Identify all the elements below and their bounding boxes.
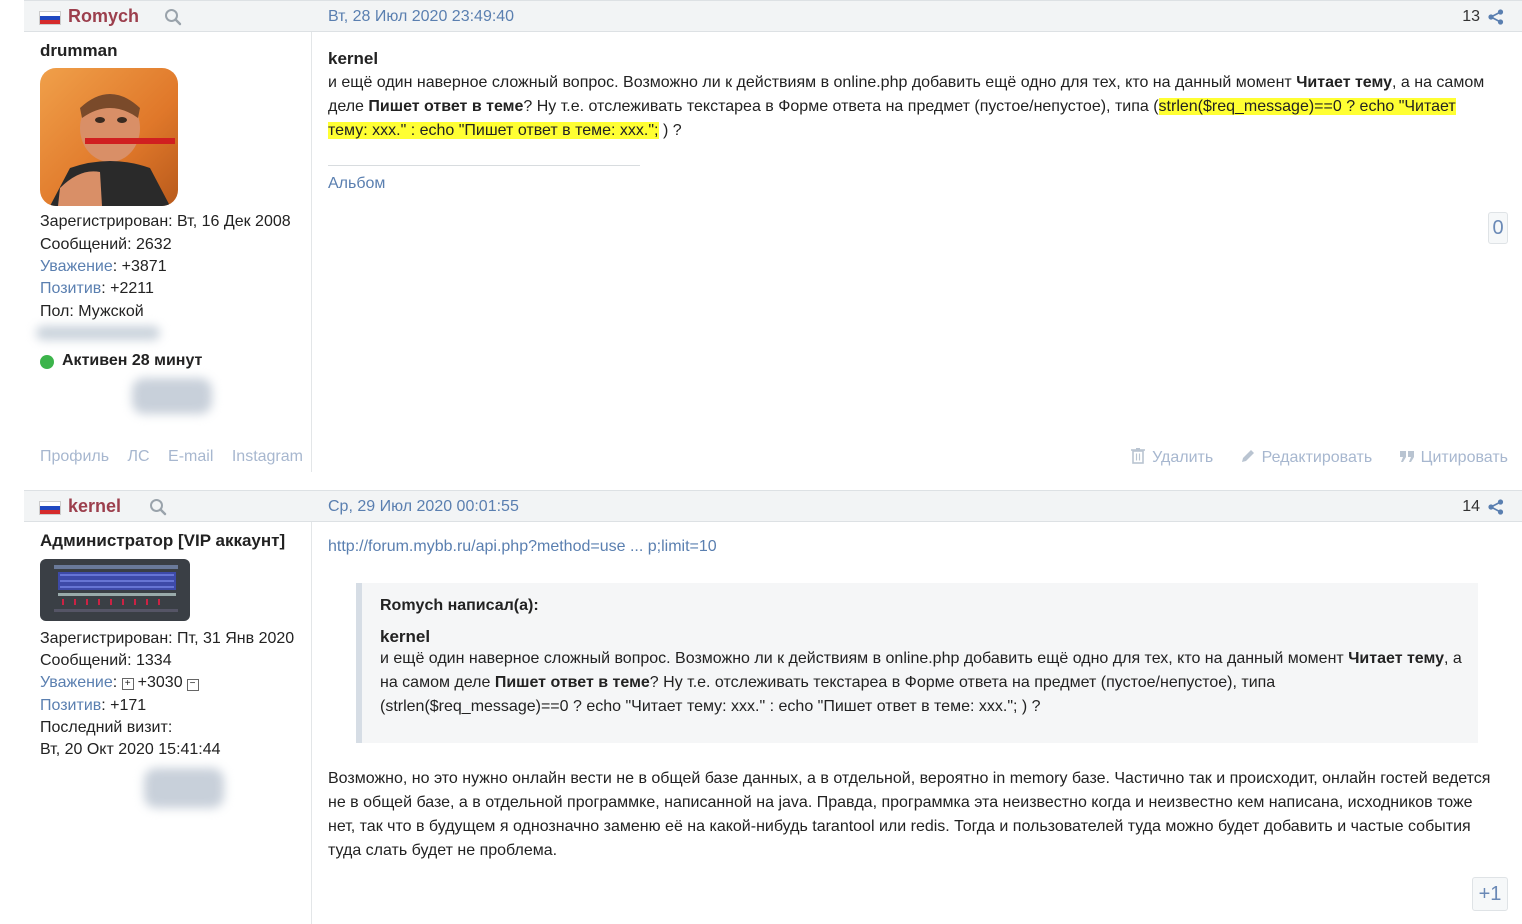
quote-author: Romych написал(а): (380, 597, 539, 614)
post-text: и ещё один наверное сложный вопрос. Возм… (328, 71, 1498, 143)
post-body: kernel и ещё один наверное сложный вопро… (328, 47, 1498, 193)
post-number[interactable]: 13 (1462, 8, 1480, 26)
post-header: kernel Ср, 29 Июл 2020 00:01:55 14 (24, 490, 1522, 522)
rating-counter[interactable]: +1 (1472, 877, 1508, 911)
edit-label: Редактировать (1261, 449, 1373, 466)
text-part: (strlen($req_message)==0 ? echo "Читает … (380, 698, 1041, 715)
positive-link[interactable]: Позитив (40, 280, 101, 297)
last-visit-label: Последний визит: (40, 719, 173, 736)
text-bold: Пишет ответ в теме (368, 98, 524, 115)
signature-divider (328, 165, 640, 166)
registered-date: Зарегистрирован: Пт, 31 Янв 2020 (40, 630, 295, 647)
rating-counter[interactable]: 0 (1488, 212, 1508, 244)
answer-text: Возможно, но это нужно онлайн вести не в… (328, 770, 1491, 859)
post-14: kernel Ср, 29 Июл 2020 00:01:55 14 Админ… (24, 490, 1522, 924)
trash-icon (1131, 448, 1146, 464)
quote-icon (1399, 451, 1414, 462)
post-13: Romych Вт, 28 Июл 2020 23:49:40 13 drumm… (24, 0, 1522, 478)
text-part: , а (1444, 650, 1462, 667)
text-part: ? Ну т.е. отслеживать текстареа в Форме … (523, 98, 1159, 115)
blurred-badges (132, 378, 212, 414)
respect-row: Уважение: + +3030− (40, 674, 199, 692)
highlighted-code: тему: xxx." : echo "Пишет ответ в теме: … (328, 122, 659, 139)
respect-value: : +3871 (112, 258, 167, 275)
user-sidebar: Администратор [VIP аккаунт] Зарегистриро… (24, 522, 312, 924)
search-icon[interactable] (149, 498, 167, 516)
text-bold: Читает тему (1296, 74, 1393, 91)
text-part: ) ? (658, 122, 682, 139)
minus-icon[interactable]: − (186, 679, 199, 691)
blurred-ip (36, 326, 160, 340)
search-icon[interactable] (164, 8, 182, 26)
profile-link[interactable]: Профиль (40, 448, 109, 465)
delete-label: Удалить (1152, 449, 1214, 466)
text-part: на самом деле (380, 674, 495, 691)
positive-link[interactable]: Позитив (40, 697, 101, 714)
respect-sep: : (112, 674, 122, 691)
positive-row: Позитив: +2211 (40, 280, 154, 298)
post-header: Romych Вт, 28 Июл 2020 23:49:40 13 (24, 0, 1522, 32)
share-icon[interactable] (1488, 9, 1504, 25)
last-visit-date: Вт, 20 Окт 2020 15:41:44 (40, 741, 221, 758)
text-part: и ещё один наверное сложный вопрос. Возм… (380, 650, 1349, 667)
post-title: kernel (328, 49, 379, 68)
author-link[interactable]: Romych (68, 6, 139, 27)
messages-count: Сообщений: 1334 (40, 652, 172, 669)
plus-icon[interactable]: + (121, 678, 134, 690)
positive-row: Позитив: +171 (40, 697, 146, 715)
email-link[interactable]: E-mail (168, 448, 213, 465)
album-link[interactable]: Альбом (328, 175, 1498, 193)
instagram-link[interactable]: Instagram (232, 448, 303, 465)
messages-count: Сообщений: 2632 (40, 236, 172, 253)
registered-date: Зарегистрирован: Вт, 16 Дек 2008 (40, 213, 291, 230)
respect-link[interactable]: Уважение (40, 258, 113, 275)
text-bold: Пишет ответ в теме (494, 674, 650, 691)
text-bold: Читает тему (1348, 650, 1445, 667)
edit-action[interactable]: Редактировать (1240, 449, 1377, 466)
share-icon[interactable] (1488, 499, 1504, 515)
respect-value: +3030 (137, 674, 183, 691)
text-part: и ещё один наверное сложный вопрос. Возм… (328, 74, 1297, 91)
respect-link[interactable]: Уважение (40, 674, 113, 691)
positive-value: : +171 (101, 697, 147, 714)
quote-title: kernel (380, 627, 431, 646)
user-title: drumman (40, 41, 118, 60)
highlighted-code: strlen($req_message)==0 ? echo "Читает (1158, 98, 1456, 115)
text-part: , а на самом (1392, 74, 1485, 91)
post-body: http://forum.mybb.ru/api.php?method=use … (328, 538, 1498, 556)
respect-row: Уважение: +3871 (40, 258, 167, 276)
delete-action[interactable]: Удалить (1130, 448, 1218, 466)
quote-label: Цитировать (1420, 449, 1508, 466)
avatar[interactable] (40, 559, 190, 621)
post-date-link[interactable]: Вт, 28 Июл 2020 23:49:40 (328, 8, 514, 26)
post-number[interactable]: 14 (1462, 498, 1480, 516)
post-actions: Удалить Редактировать Цитировать (1108, 447, 1508, 467)
flag-ru-icon (40, 12, 60, 24)
api-link[interactable]: http://forum.mybb.ru/api.php?method=use … (328, 538, 717, 555)
user-links: Профиль ЛС E-mail Instagram (40, 448, 303, 466)
positive-value: : +2211 (101, 280, 154, 297)
pencil-icon (1241, 450, 1254, 462)
active-status: Активен 28 минут (62, 352, 203, 369)
flag-ru-icon (40, 502, 60, 514)
author-link[interactable]: kernel (68, 496, 121, 517)
blurred-badges (144, 768, 224, 808)
pm-link[interactable]: ЛС (128, 448, 150, 465)
user-sidebar: drumman Зарегистрирован: Вт, 16 Дек 2008… (24, 32, 312, 472)
quote-text: и ещё один наверное сложный вопрос. Возм… (380, 647, 1462, 719)
quote-block: Romych написал(а): kernel и ещё один нав… (356, 583, 1478, 743)
post-date-link[interactable]: Ср, 29 Июл 2020 00:01:55 (328, 498, 519, 516)
online-status-icon (40, 355, 54, 369)
gender: Пол: Мужской (40, 303, 144, 320)
avatar[interactable] (40, 68, 178, 206)
user-title: Администратор [VIP аккаунт] (40, 531, 286, 550)
quote-action[interactable]: Цитировать (1399, 449, 1508, 466)
text-part: деле (328, 98, 369, 115)
text-part: ? Ну т.е. отслеживать текстареа в Форме … (649, 674, 1276, 691)
